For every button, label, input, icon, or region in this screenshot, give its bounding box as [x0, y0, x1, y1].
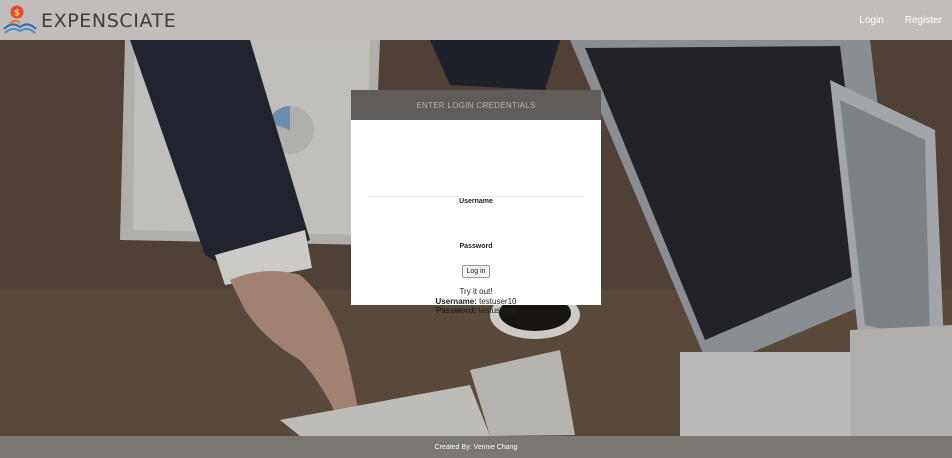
- username-input[interactable]: [369, 177, 583, 195]
- demo-username-value: testuser10: [479, 296, 517, 306]
- username-label: Username: [459, 198, 493, 205]
- password-input[interactable]: [369, 220, 583, 238]
- svg-text:$: $: [14, 9, 20, 19]
- login-dialog: ENTER LOGIN CREDENTIALS Username Passwor…: [351, 90, 601, 315]
- login-form: Username Password Log in Try it out! Use…: [351, 120, 601, 315]
- top-nav-links: Login Register: [859, 0, 952, 40]
- demo-credentials: Try it out! Username: testuser10 Passwor…: [351, 287, 601, 316]
- demo-password-value: testuser10: [478, 306, 517, 315]
- brand-name: EXPENSCIATE: [41, 9, 177, 32]
- coin-book-logo-icon: $: [3, 5, 37, 34]
- username-underline: [369, 196, 583, 197]
- login-dialog-header: ENTER LOGIN CREDENTIALS: [351, 90, 601, 120]
- demo-password-label: Password:: [435, 306, 477, 315]
- top-navbar: $ EXPENSCIATE Login Register: [0, 0, 952, 40]
- demo-username-row: Username: testuser10: [351, 297, 601, 307]
- log-in-button[interactable]: Log in: [462, 265, 490, 278]
- login-link[interactable]: Login: [859, 15, 883, 26]
- demo-password-row: Password: testuser10: [351, 306, 601, 316]
- demo-username-label: Username:: [435, 296, 477, 306]
- register-link[interactable]: Register: [905, 15, 942, 26]
- footer: Created By: Vennie Chang: [0, 436, 952, 458]
- demo-intro: Try it out!: [459, 287, 493, 296]
- brand[interactable]: $ EXPENSCIATE: [2, 0, 176, 40]
- password-label: Password: [459, 243, 493, 250]
- footer-credit: Created By: Vennie Chang: [434, 443, 518, 451]
